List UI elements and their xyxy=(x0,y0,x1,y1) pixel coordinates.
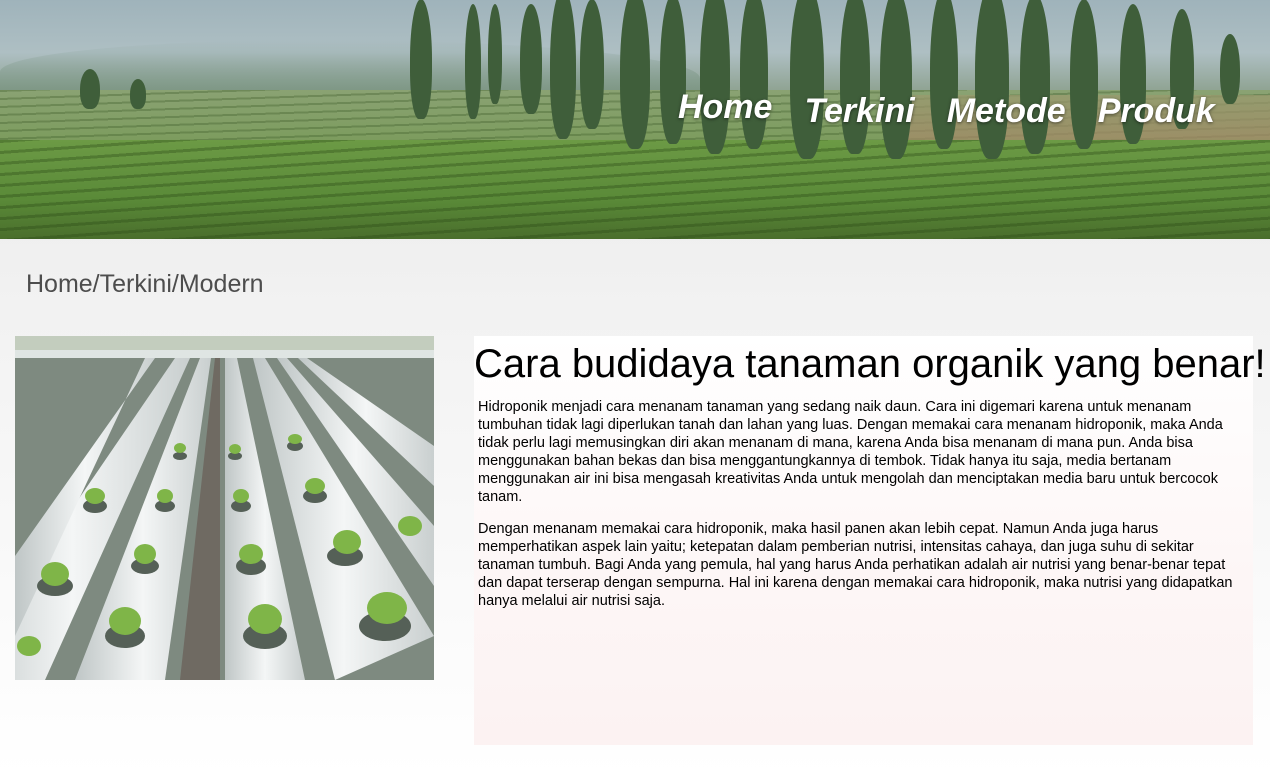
breadcrumb: Home/Terkini/Modern xyxy=(26,270,264,298)
article-title: Cara budidaya tanaman organik yang benar… xyxy=(474,342,1266,386)
header-banner: Home Terkini Metode Produk xyxy=(0,0,1270,239)
nav-home[interactable]: Home xyxy=(662,82,788,132)
nav-metode[interactable]: Metode xyxy=(931,86,1082,136)
article-paragraph-2: Dengan menanam memakai cara hidroponik, … xyxy=(478,521,1233,609)
nav-produk[interactable]: Produk xyxy=(1082,86,1231,136)
banner-field-rows xyxy=(0,140,1270,239)
article-card: Cara budidaya tanaman organik yang benar… xyxy=(474,336,1266,745)
article-paragraph-1: Hidroponik menjadi cara menanam tanaman … xyxy=(478,399,1223,505)
hydroponic-photo xyxy=(15,336,434,680)
nav-terkini[interactable]: Terkini xyxy=(788,86,930,136)
main-nav: Home Terkini Metode Produk xyxy=(662,86,1231,136)
